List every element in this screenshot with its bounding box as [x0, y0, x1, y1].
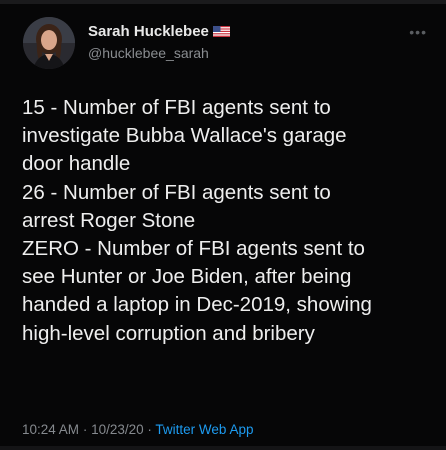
tweet-line: door handle: [22, 152, 131, 176]
tweet-date[interactable]: 10/23/20: [91, 422, 144, 437]
bottom-divider: [0, 446, 446, 450]
tweet-line: high-level corruption and bribery: [22, 321, 315, 345]
tweet-line: 26 - Number of FBI agents sent to: [22, 180, 331, 204]
avatar[interactable]: [23, 17, 75, 69]
tweet-card: Sarah Hucklebee @hucklebee_sarah ••• 15 …: [0, 0, 446, 450]
tweet-line: ZERO - Number of FBI agents sent to: [22, 237, 365, 261]
author-handle[interactable]: @hucklebee_sarah: [88, 45, 209, 61]
tweet-line: 15 - Number of FBI agents sent to: [22, 96, 331, 119]
more-options-icon[interactable]: •••: [409, 24, 427, 40]
meta-separator: ·: [82, 422, 88, 437]
tweet-line: handed a laptop in Dec-2019, showing: [22, 293, 372, 317]
author-name[interactable]: Sarah Hucklebee: [88, 23, 230, 40]
tweet-line: arrest Roger Stone: [22, 208, 196, 232]
meta-separator: ·: [147, 422, 152, 437]
top-divider: [0, 0, 446, 4]
tweet-time[interactable]: 10:24 AM: [22, 422, 79, 437]
profile-photo: [23, 17, 75, 69]
tweet-text: 15 - Number of FBI agents sent to invest…: [22, 94, 432, 348]
us-flag-icon: [212, 26, 230, 37]
tweet-line: see Hunter or Joe Biden, after being: [22, 265, 352, 289]
tweet-line: investigate Bubba Wallace's garage: [22, 124, 347, 148]
author-name-text: Sarah Hucklebee: [88, 23, 209, 40]
tweet-source-link[interactable]: Twitter Web App: [155, 422, 253, 437]
tweet-metadata: 10:24 AM · 10/23/20 · Twitter Web App: [22, 422, 253, 437]
